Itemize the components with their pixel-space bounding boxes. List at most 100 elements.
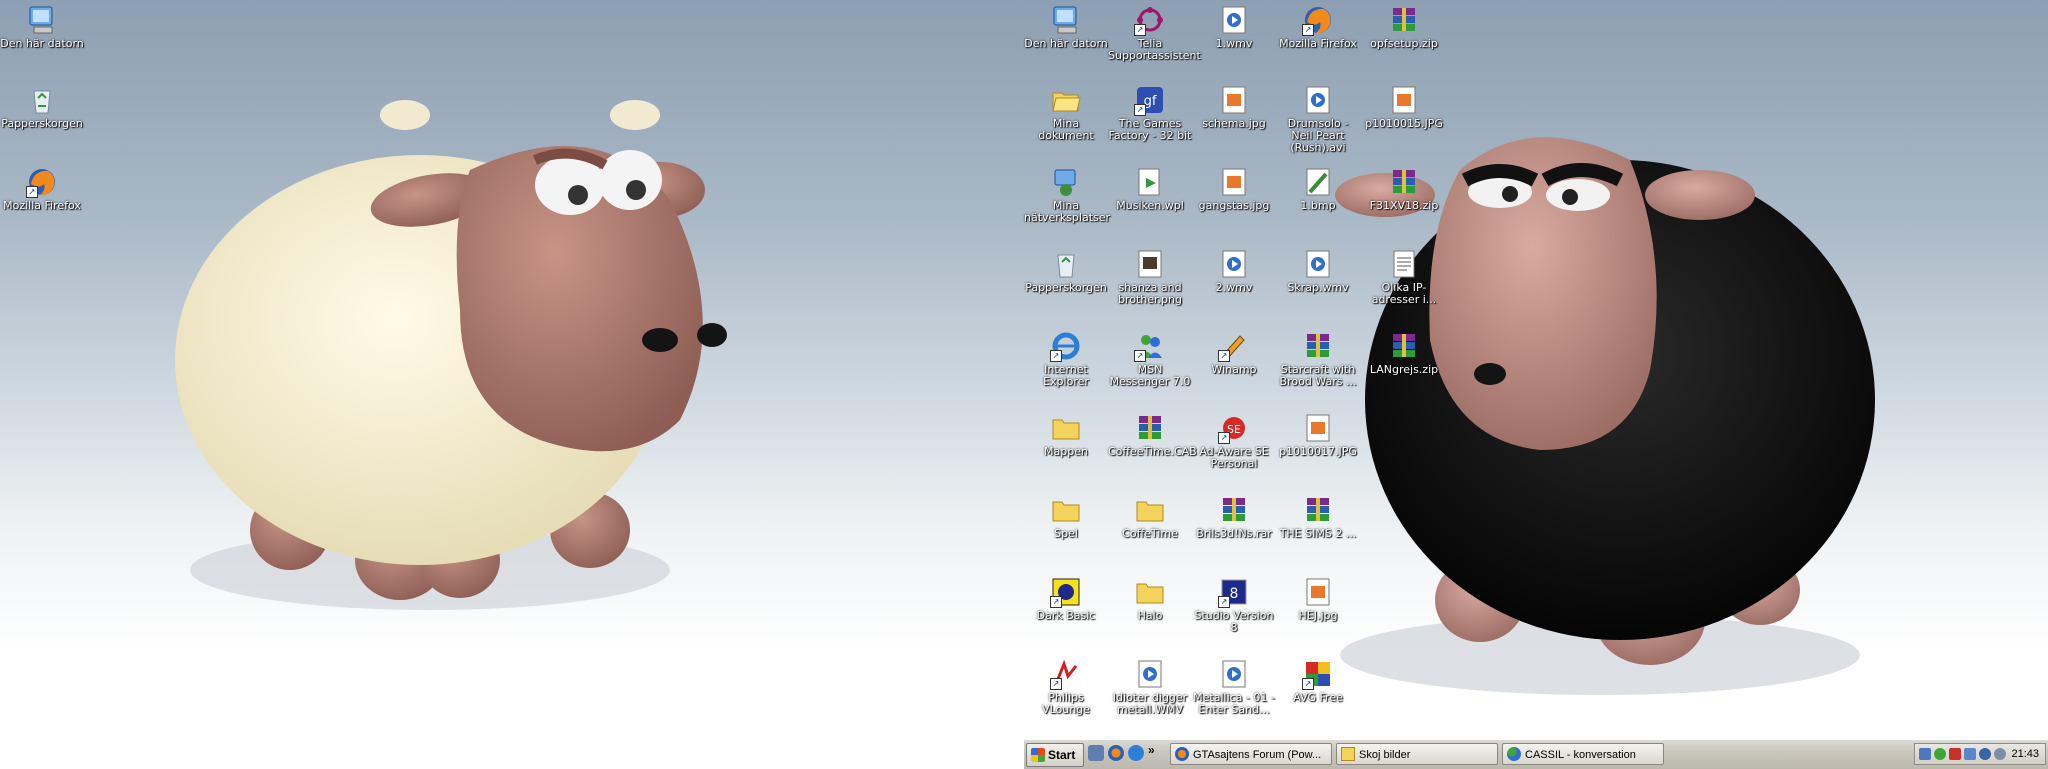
winrar-icon <box>1302 330 1334 362</box>
ie-quicklaunch-icon[interactable] <box>1128 745 1144 761</box>
desktop-icon[interactable]: Papperskorgen <box>1024 248 1108 294</box>
network-tray-icon[interactable] <box>1919 748 1931 760</box>
desktop-icon-label: Mozilla Firefox <box>1279 37 1357 50</box>
desktop-icon[interactable]: Halo <box>1108 576 1192 622</box>
desktop-icon[interactable]: Metallica - 01 - Enter Sand... <box>1192 658 1276 716</box>
desktop-icon[interactable]: Olika IP-adresser i... <box>1362 248 1446 306</box>
firefox-quicklaunch-icon[interactable] <box>1108 745 1124 761</box>
telia-icon: ↗ <box>1134 4 1166 36</box>
desktop-icon[interactable]: shanza and brother.png <box>1108 248 1192 306</box>
media-icon <box>1218 658 1250 690</box>
winrar-icon <box>1388 330 1420 362</box>
desktop-icon[interactable]: gf ↗ The Games Factory - 32 bit <box>1108 84 1192 142</box>
desktop-icon[interactable]: ↗ Philips VLounge <box>1024 658 1108 716</box>
desktop-icon[interactable]: HEJ.jpg <box>1276 576 1360 622</box>
desktop-icon[interactable]: ↗ Dark Basic <box>1024 576 1108 622</box>
desktop-icon[interactable]: Starcraft with Brood Wars ... <box>1276 330 1360 388</box>
desktop-icon-label: Ad-Aware SE Personal <box>1199 445 1269 470</box>
desktop-icon-label: Brils3d!Ns.rar <box>1196 527 1272 540</box>
desktop-icon[interactable]: Mina nätverksplatser <box>1024 166 1110 224</box>
desktop-icon[interactable]: ↗ Mozilla Firefox <box>1276 4 1360 50</box>
desktop-icon[interactable]: ↗ Telia Supportassistent <box>1108 4 1201 62</box>
desktop-icon-label: Internet Explorer <box>1043 363 1089 388</box>
desktop-icon-label: MSN Messenger 7.0 <box>1109 363 1191 388</box>
desktop-icon[interactable]: ↗ Internet Explorer <box>1024 330 1108 388</box>
jpg-icon <box>1388 84 1420 116</box>
adaware-icon: SE ↗ <box>1218 412 1250 444</box>
volume-tray-icon[interactable] <box>1964 748 1976 760</box>
desktop-icon[interactable]: F31XV18.zip <box>1362 166 1446 212</box>
desktop-icon[interactable]: LANgrejs.zip <box>1362 330 1446 376</box>
bmp-icon <box>1302 166 1334 198</box>
desktop-icon[interactable]: Musiken.wpl <box>1108 166 1192 212</box>
update-tray-icon[interactable] <box>1994 748 2006 760</box>
desktop-icon[interactable]: Skrap.wmv <box>1276 248 1360 294</box>
folder-icon <box>1341 747 1355 761</box>
desktop-icon-label: F31XV18.zip <box>1369 199 1439 212</box>
security-tray-icon[interactable] <box>1979 748 1991 760</box>
recycle-bin-icon <box>26 84 58 116</box>
show-desktop-icon[interactable] <box>1088 745 1104 761</box>
quicklaunch-overflow-chevron-icon[interactable]: » <box>1148 743 1155 757</box>
desktop-icon[interactable]: gangstas.jpg <box>1192 166 1276 212</box>
desktop-icon[interactable]: schema.jpg <box>1192 84 1276 130</box>
desktop-icon-label: 2.wmv <box>1215 281 1253 294</box>
desktop-icon[interactable]: Spel <box>1024 494 1108 540</box>
media-icon <box>1218 4 1250 36</box>
media-icon <box>1302 84 1334 116</box>
desktop-icon[interactable]: ↗ AVG Free <box>1276 658 1360 704</box>
desktop-icon[interactable]: 1.bmp <box>1276 166 1360 212</box>
winamp-icon: ↗ <box>1218 330 1250 362</box>
recycle-bin-icon <box>1050 248 1082 280</box>
desktop-icon[interactable]: 2.wmv <box>1192 248 1276 294</box>
desktop-icon[interactable]: p1010015.JPG <box>1362 84 1446 130</box>
desktop-icon[interactable]: Mappen <box>1024 412 1108 458</box>
desktop-icon[interactable]: Idioter digger metall.WMV <box>1108 658 1192 716</box>
desktop-icon[interactable]: Drumsolo - Neil Peart (Rush).avi <box>1276 84 1360 154</box>
start-button[interactable]: Start <box>1026 743 1084 767</box>
desktop-icon[interactable]: CoffeeTime.CAB <box>1108 412 1197 458</box>
msn-tray-icon[interactable] <box>1934 748 1946 760</box>
desktop-icon-label: p1010015.JPG <box>1365 117 1443 130</box>
winrar-icon <box>1134 412 1166 444</box>
desktop-icon[interactable]: p1010017.JPG <box>1276 412 1360 458</box>
desktop-icon-label: HEJ.jpg <box>1298 609 1338 622</box>
games-factory-icon: gf ↗ <box>1134 84 1166 116</box>
task-gtasajtens-forum[interactable]: GTAsajtens Forum (Pow... <box>1170 743 1332 765</box>
task-cassil-konversation[interactable]: CASSIL - konversation <box>1502 743 1664 765</box>
folder-icon <box>1134 494 1166 526</box>
desktop-icon-label: Skrap.wmv <box>1287 281 1349 294</box>
windows-logo-icon <box>1031 748 1045 762</box>
jpg-icon <box>1218 166 1250 198</box>
desktop-icon[interactable]: ↗ MSN Messenger 7.0 <box>1108 330 1192 388</box>
media-icon <box>1218 248 1250 280</box>
desktop-icon[interactable]: Mina dokument <box>1024 84 1108 142</box>
desktop-icon[interactable]: 8 ↗ Studio Version 8 <box>1192 576 1276 634</box>
desktop-icon[interactable]: ↗ Winamp <box>1192 330 1276 376</box>
desktop-icon-den-har-datorn-left[interactable]: Den här datorn <box>0 4 84 50</box>
winrar-icon <box>1302 494 1334 526</box>
desktop-icon-label: Drumsolo - Neil Peart (Rush).avi <box>1287 117 1349 154</box>
folder-open-icon <box>1050 84 1082 116</box>
desktop-icon[interactable]: 1.wmv <box>1192 4 1276 50</box>
desktop-icon-label: Papperskorgen <box>1025 281 1107 294</box>
studio-icon: 8 ↗ <box>1218 576 1250 608</box>
desktop-icon-label: Spel <box>1054 527 1078 540</box>
desktop-icon[interactable]: Brils3d!Ns.rar <box>1192 494 1276 540</box>
desktop-icon[interactable]: Den här datorn <box>1024 4 1108 50</box>
msn-icon: ↗ <box>1134 330 1166 362</box>
desktop-icon-label: Studio Version 8 <box>1194 609 1274 634</box>
desktop-icon[interactable]: opfsetup.zip <box>1362 4 1446 50</box>
avg-tray-icon[interactable] <box>1949 748 1961 760</box>
task-skoj-bilder[interactable]: Skoj bilder <box>1336 743 1498 765</box>
desktop-icon-papperskorgen-left[interactable]: Papperskorgen <box>0 84 84 130</box>
desktop-icon-label: The Games Factory - 32 bit <box>1108 117 1192 142</box>
desktop-icon-label: CoffeeTime.CAB <box>1108 445 1197 458</box>
desktop-icon[interactable]: CoffeTime <box>1108 494 1192 540</box>
desktop-icon-label: THE SIMS 2 ... <box>1279 527 1357 540</box>
firefox-icon: ↗ <box>26 166 58 198</box>
desktop-icon-label: Telia Supportassistent <box>1108 37 1201 62</box>
desktop-icon[interactable]: SE ↗ Ad-Aware SE Personal <box>1192 412 1276 470</box>
desktop-icon[interactable]: THE SIMS 2 ... <box>1276 494 1360 540</box>
desktop-icon-mozilla-firefox-left[interactable]: ↗ Mozilla Firefox <box>0 166 84 212</box>
